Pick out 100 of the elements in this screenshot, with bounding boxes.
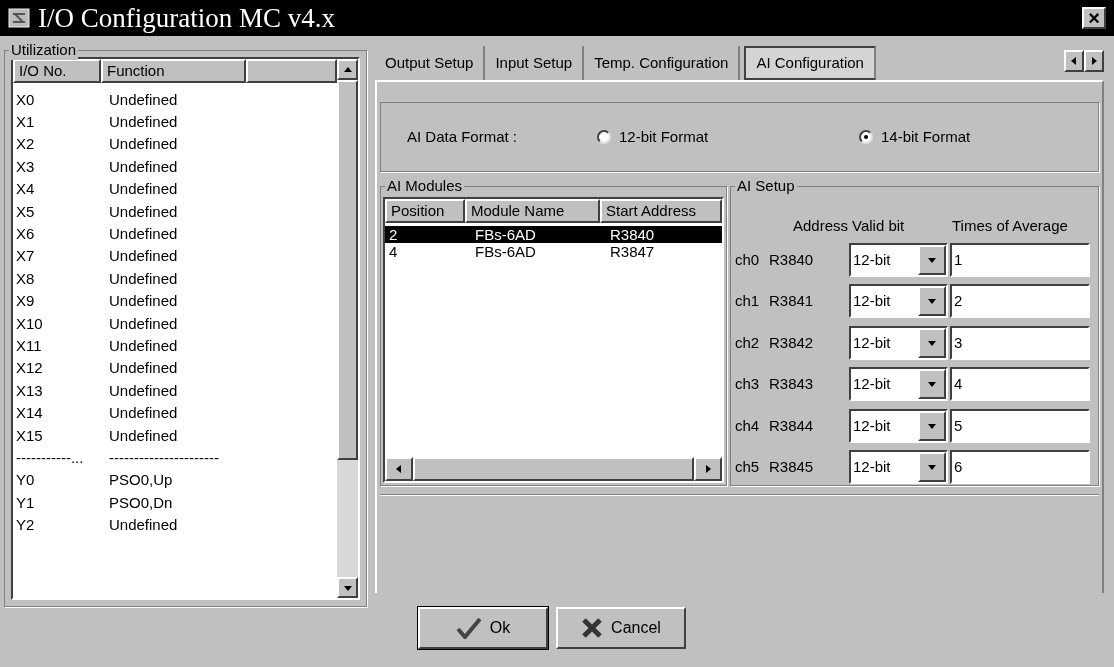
tab[interactable]: Output Setup [375, 46, 486, 80]
radio-label: 14-bit Format [881, 126, 971, 147]
function-cell: Undefined [109, 203, 178, 219]
channel-label: ch2 [735, 332, 761, 353]
function-cell: Undefined [109, 293, 178, 309]
column-header: Address [791, 215, 849, 236]
io-number-cell-text: X13 [16, 382, 44, 398]
function-cell: Undefined [109, 114, 178, 130]
scroll-thumb[interactable] [412, 457, 695, 481]
valid-bit-dropdown[interactable]: 12-bit [849, 408, 948, 443]
scroll-right-button[interactable] [694, 457, 722, 481]
function-cell: Undefined [109, 360, 178, 376]
address-label: R3841 [769, 291, 815, 311]
address-label: R3843 [769, 374, 815, 394]
app-icon [8, 8, 30, 28]
column-header: Valid bit [852, 215, 906, 236]
function-cell: Undefined [109, 226, 178, 242]
column-header[interactable]: Position [385, 199, 465, 223]
column-header[interactable] [246, 59, 337, 83]
io-number-cell-text: X0 [16, 91, 36, 107]
address-cell: R3840 [610, 227, 655, 242]
valid-bit-dropdown[interactable]: 12-bit [849, 325, 948, 360]
function-cell: Undefined [109, 181, 178, 197]
radio-button[interactable] [859, 130, 873, 144]
tab[interactable]: Input Setup [485, 46, 585, 80]
average-input-field[interactable]: 2 [950, 284, 1090, 319]
io-number-cell-text: X10 [16, 315, 44, 331]
valid-bit-dropdown[interactable]: 12-bit [849, 284, 948, 319]
horizontal-scrollbar[interactable] [385, 457, 722, 481]
window-title: I/O Configuration MC v4.x [38, 4, 336, 32]
average-input-field[interactable]: 1 [950, 242, 1090, 277]
valid-bit-dropdown[interactable]: 12-bit [849, 242, 948, 277]
io-number-cell-text: Y1 [16, 494, 36, 510]
tab[interactable]: AI Configuration [744, 46, 876, 80]
average-input-field[interactable]: 4 [950, 367, 1090, 402]
close-button[interactable]: × [1082, 7, 1106, 29]
checkmark-icon [455, 617, 482, 639]
module-row[interactable]: 2 FBs-6AD R3840 [385, 226, 722, 243]
io-number-cell-text: X8 [16, 270, 36, 286]
io-number-cell-text: Y0 [16, 472, 36, 488]
function-cell: Undefined [109, 427, 178, 443]
tab[interactable]: Temp. Configuration [584, 46, 741, 80]
address-label: R3840 [769, 249, 815, 270]
function-cell: Undefined [109, 517, 178, 533]
function-cell: PSO0,Dn [109, 494, 173, 510]
scroll-left-button[interactable] [385, 457, 413, 481]
left-arrow-icon [1069, 56, 1079, 66]
function-cell: Undefined [109, 248, 178, 264]
cross-icon [581, 617, 604, 639]
function-cell: Undefined [109, 158, 178, 174]
position-cell-text: 2 [389, 227, 399, 242]
format-label: AI Data Format : [407, 126, 519, 147]
io-number-cell-text: X2 [16, 136, 36, 152]
right-arrow-icon [1089, 56, 1099, 66]
io-number-cell-text: X7 [16, 248, 36, 264]
radio-button[interactable] [597, 130, 611, 144]
scroll-up-button[interactable] [337, 59, 358, 80]
cancel-button[interactable]: Cancel [556, 607, 686, 649]
position-cell-text: 4 [389, 244, 399, 259]
valid-bit-dropdown[interactable]: 12-bit [849, 450, 948, 485]
average-input-field[interactable]: 3 [950, 325, 1090, 360]
io-number-cell-text: X4 [16, 181, 36, 197]
io-number-cell-text: X3 [16, 158, 36, 174]
io-number-cell-text: X12 [16, 360, 44, 376]
average-input-field[interactable]: 6 [950, 450, 1090, 485]
average-input-field[interactable]: 5 [950, 408, 1090, 443]
function-cell: PSO0,Up [109, 472, 173, 488]
address-cell: R3847 [610, 244, 655, 259]
module-row[interactable]: 4 FBs-6AD R3847 [385, 243, 722, 260]
scroll-down-button[interactable] [337, 577, 358, 598]
scroll-left-button[interactable] [1064, 50, 1084, 72]
channel-label: ch1 [735, 291, 761, 311]
scroll-right-button[interactable] [1084, 50, 1104, 72]
ok-button[interactable]: Ok [418, 607, 548, 649]
scroll-thumb[interactable] [337, 80, 358, 460]
channel-label: ch0 [735, 249, 761, 270]
function-cell: ---------------------- [109, 449, 219, 465]
io-number-cell-text: X15 [16, 427, 44, 443]
address-label: R3842 [769, 332, 815, 353]
function-cell: Undefined [109, 91, 178, 107]
vertical-scrollbar[interactable] [337, 59, 358, 598]
radio-label: 12-bit Format [619, 126, 709, 147]
io-number-cell-text: X6 [16, 226, 36, 242]
function-cell: Undefined [109, 315, 178, 331]
address-label: R3845 [769, 457, 815, 477]
column-header[interactable]: Start Address [600, 199, 722, 223]
io-number-cell-text: X5 [16, 203, 36, 219]
valid-bit-dropdown[interactable]: 12-bit [849, 367, 948, 402]
column-header[interactable]: Function [101, 59, 246, 83]
channel-label: ch3 [735, 374, 761, 394]
column-header[interactable]: I/O No. [13, 59, 101, 83]
function-cell: Undefined [109, 405, 178, 421]
function-cell: Undefined [109, 136, 178, 152]
column-header: Times of Average [952, 215, 1068, 236]
io-number-cell-text: X11 [16, 338, 43, 353]
function-cell: Undefined [109, 270, 178, 286]
io-number-cell-text: X14 [16, 405, 44, 421]
module-name-cell-text: FBs-6AD [475, 227, 537, 242]
column-header[interactable]: Module Name [465, 199, 600, 223]
channel-label: ch4 [735, 415, 761, 436]
